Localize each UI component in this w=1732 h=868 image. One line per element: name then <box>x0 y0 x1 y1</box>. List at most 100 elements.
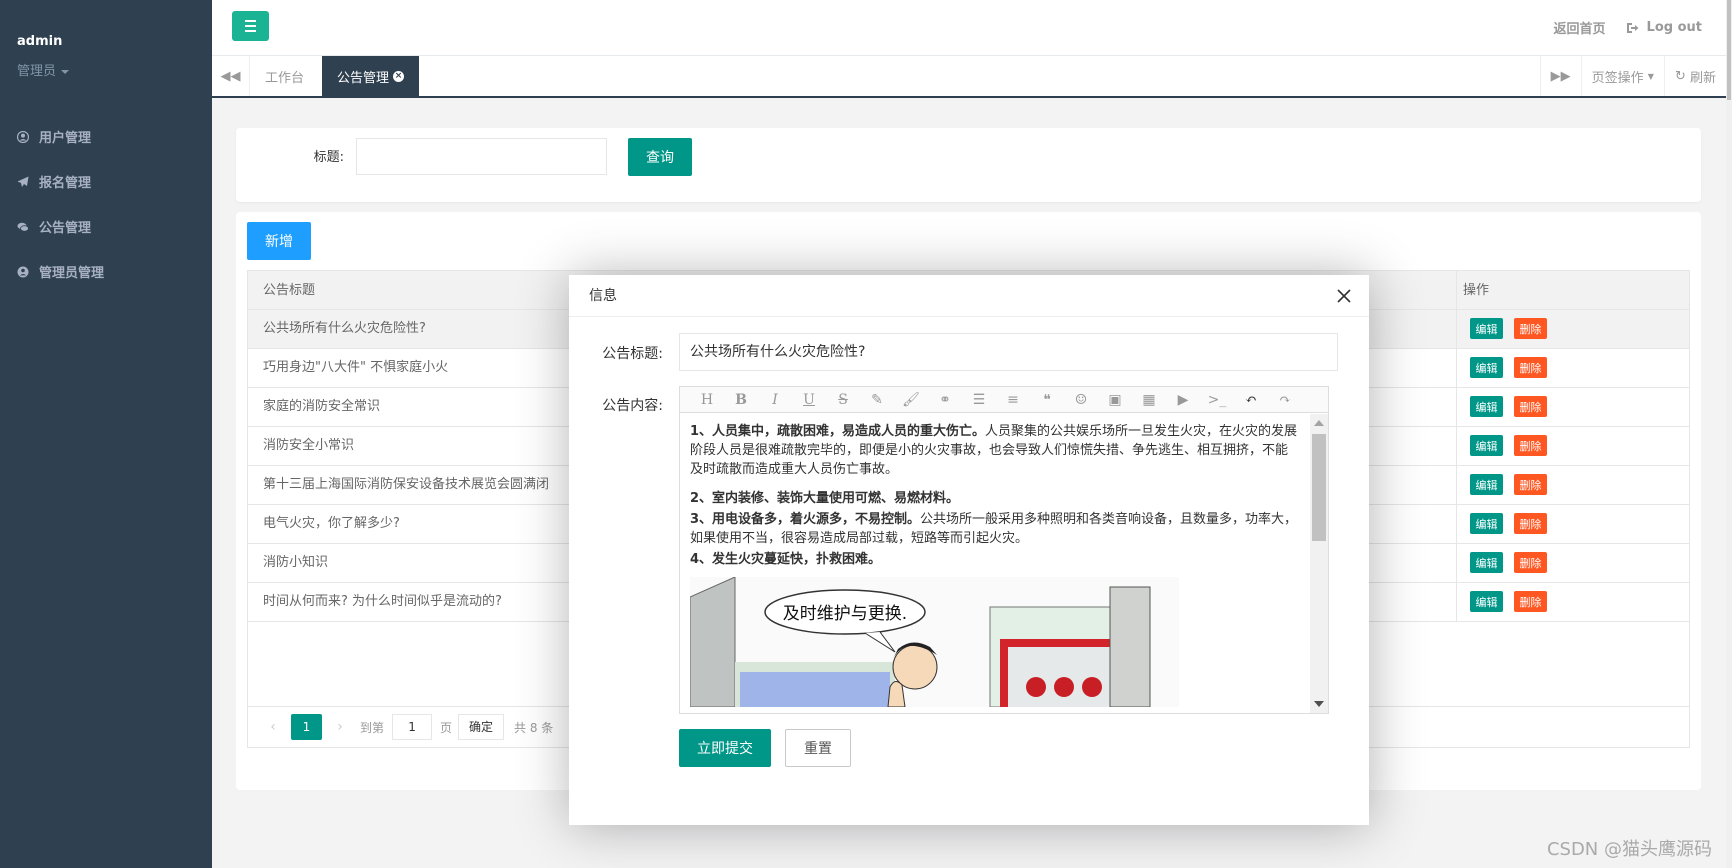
submit-button[interactable]: 立即提交 <box>679 729 771 767</box>
watermark: CSDN @猫头鹰源码 <box>1546 839 1712 860</box>
page-scrollbar[interactable] <box>1726 0 1732 868</box>
highlight-icon[interactable]: ✎ <box>860 392 894 408</box>
edit-button[interactable]: 编辑 <box>1470 357 1503 378</box>
row-title: 巧用身边"八大件" 不惧家庭小火 <box>263 360 449 375</box>
edit-button[interactable]: 编辑 <box>1470 552 1503 573</box>
strikethrough-icon[interactable]: S <box>826 392 860 408</box>
edit-button[interactable]: 编辑 <box>1470 318 1503 339</box>
edit-button[interactable]: 编辑 <box>1470 591 1503 612</box>
goto-label: 到第 <box>360 720 385 735</box>
content-cartoon-image: 及时维护与更换. <box>690 577 1179 707</box>
image-icon[interactable]: ▣ <box>1098 392 1132 408</box>
prev-page-icon[interactable]: ‹ <box>263 719 283 735</box>
table-icon[interactable]: ▦ <box>1132 392 1166 408</box>
cartoon-bubble-text: 及时维护与更换. <box>783 604 907 624</box>
content-paragraph-2: 2、室内装修、装饰大量使用可燃、易燃材料。 <box>690 489 1298 508</box>
delete-button[interactable]: 删除 <box>1514 591 1547 612</box>
tab-bar: ◀◀ 工作台 公告管理 × ▶▶ 页签操作 ▼ ↻ 刷新 <box>212 56 1726 98</box>
link-icon[interactable]: ⚭ <box>928 392 962 408</box>
caret-down-icon: ▼ <box>1647 71 1654 81</box>
quote-icon[interactable]: ❝ <box>1030 392 1064 408</box>
edit-button[interactable]: 编辑 <box>1470 513 1503 534</box>
double-right-icon: ▶▶ <box>1550 68 1571 84</box>
align-icon[interactable]: ≡ <box>996 392 1030 408</box>
underline-icon[interactable]: U <box>792 392 826 408</box>
edit-button[interactable]: 编辑 <box>1470 474 1503 495</box>
column-header-title: 公告标题 <box>263 283 316 298</box>
paragraph-heading: 2、室内装修、装饰大量使用可燃、易燃材料。 <box>690 491 960 506</box>
next-page-icon[interactable]: › <box>330 719 350 735</box>
tab-announcements[interactable]: 公告管理 × <box>322 56 420 96</box>
page-jump-confirm-button[interactable]: 确定 <box>458 714 505 740</box>
delete-button[interactable]: 删除 <box>1514 552 1547 573</box>
code-icon[interactable]: >_ <box>1200 392 1234 408</box>
delete-button[interactable]: 删除 <box>1514 513 1547 534</box>
modal-title: 信息 <box>589 288 617 304</box>
undo-icon[interactable]: ↶ <box>1234 392 1268 408</box>
total-count: 共 8 条 <box>514 720 554 735</box>
top-navbar: 返回首页 Log out <box>212 0 1732 56</box>
logout-label: Log out <box>1646 20 1702 35</box>
delete-button[interactable]: 删除 <box>1514 318 1547 339</box>
editor-content[interactable]: 1、人员集中，疏散困难，易造成人员的重大伤亡。人员聚集的公共娱乐场所一旦发生火灾… <box>680 414 1308 713</box>
add-button[interactable]: 新增 <box>247 222 311 260</box>
edit-button[interactable]: 编辑 <box>1470 396 1503 417</box>
user-icon <box>17 130 29 143</box>
sidebar-username: admin <box>17 34 63 49</box>
paragraph-heading: 4、发生火灾蔓延快，扑救困难。 <box>690 552 882 567</box>
delete-button[interactable]: 删除 <box>1514 474 1547 495</box>
row-title: 电气火灾，你了解多少? <box>263 516 400 531</box>
sidebar-item-label: 管理员管理 <box>39 266 105 281</box>
sidebar-role-dropdown[interactable]: 管理员 <box>17 60 70 79</box>
sidebar-item-admins[interactable]: 管理员管理 <box>0 249 212 294</box>
italic-icon[interactable]: I <box>758 392 792 408</box>
editor-toolbar: H B I U S ✎ 🖌 ⚭ ☰ ≡ ❝ ☺ ▣ ▦ ▶ >_ ↶ ↷ <box>680 387 1328 413</box>
reset-button[interactable]: 重置 <box>785 729 851 767</box>
page-jump-input[interactable]: 1 <box>392 714 433 740</box>
tab-scroll-left-button[interactable]: ◀◀ <box>212 56 250 96</box>
redo-icon[interactable]: ↷ <box>1268 392 1302 408</box>
heading-icon[interactable]: H <box>690 392 724 408</box>
delete-button[interactable]: 删除 <box>1514 435 1547 456</box>
sidebar-item-label: 报名管理 <box>39 176 92 191</box>
sidebar-item-registration[interactable]: 报名管理 <box>0 159 212 204</box>
sidebar-menu: 用户管理 报名管理 公告管理 管理员管理 <box>0 114 212 294</box>
editor-scrollbar[interactable] <box>1310 414 1328 713</box>
row-title: 消防安全小常识 <box>263 438 355 453</box>
video-icon[interactable]: ▶ <box>1166 392 1200 408</box>
page-number-current[interactable]: 1 <box>291 714 322 740</box>
bold-icon[interactable]: B <box>724 392 758 408</box>
field-content-label: 公告内容: <box>602 398 663 414</box>
refresh-button[interactable]: ↻ 刷新 <box>1663 56 1726 96</box>
paragraph-heading: 3、用电设备多，着火源多，不易控制。 <box>690 512 921 527</box>
close-icon[interactable] <box>1335 287 1353 305</box>
row-title: 时间从何而来? 为什么时间似乎是流动的? <box>263 594 502 609</box>
sidebar-role-label: 管理员 <box>17 64 57 79</box>
delete-button[interactable]: 删除 <box>1514 357 1547 378</box>
paragraph-heading: 1、人员集中，疏散困难，易造成人员的重大伤亡。 <box>690 424 986 439</box>
sidebar: admin 管理员 用户管理 报名管理 公告管理 管理员管理 <box>0 0 212 868</box>
brush-icon[interactable]: 🖌 <box>894 392 928 408</box>
content-paragraph-3: 3、用电设备多，着火源多，不易控制。公共场所一般采用多种照明和各类音响设备，且数… <box>690 510 1298 548</box>
announcement-title-input[interactable]: 公共场所有什么火灾危险性? <box>679 333 1338 371</box>
emoji-icon[interactable]: ☺ <box>1064 392 1098 408</box>
sidebar-item-announcements[interactable]: 公告管理 <box>0 204 212 249</box>
home-link[interactable]: 返回首页 <box>1554 18 1606 37</box>
logout-link[interactable]: Log out <box>1626 18 1702 37</box>
menu-toggle-button[interactable] <box>232 11 269 41</box>
caret-down-icon <box>61 69 70 74</box>
delete-button[interactable]: 删除 <box>1514 396 1547 417</box>
row-title: 第十三届上海国际消防保安设备技术展览会圆满闭 <box>263 477 550 492</box>
tab-workbench[interactable]: 工作台 <box>250 56 319 96</box>
field-title-label: 公告标题: <box>602 346 663 362</box>
sidebar-item-users[interactable]: 用户管理 <box>0 114 212 159</box>
query-button[interactable]: 查询 <box>628 138 692 176</box>
list-icon[interactable]: ☰ <box>962 392 996 408</box>
search-title-input[interactable] <box>356 138 607 175</box>
edit-button[interactable]: 编辑 <box>1470 435 1503 456</box>
modal-header: 信息 <box>569 275 1369 317</box>
tab-close-icon[interactable]: × <box>393 70 405 82</box>
rich-text-editor[interactable]: H B I U S ✎ 🖌 ⚭ ☰ ≡ ❝ ☺ ▣ ▦ ▶ >_ ↶ ↷ 1、人… <box>679 386 1329 714</box>
tab-scroll-right-button[interactable]: ▶▶ <box>1539 56 1581 96</box>
tab-ops-dropdown[interactable]: 页签操作 ▼ <box>1580 56 1664 96</box>
